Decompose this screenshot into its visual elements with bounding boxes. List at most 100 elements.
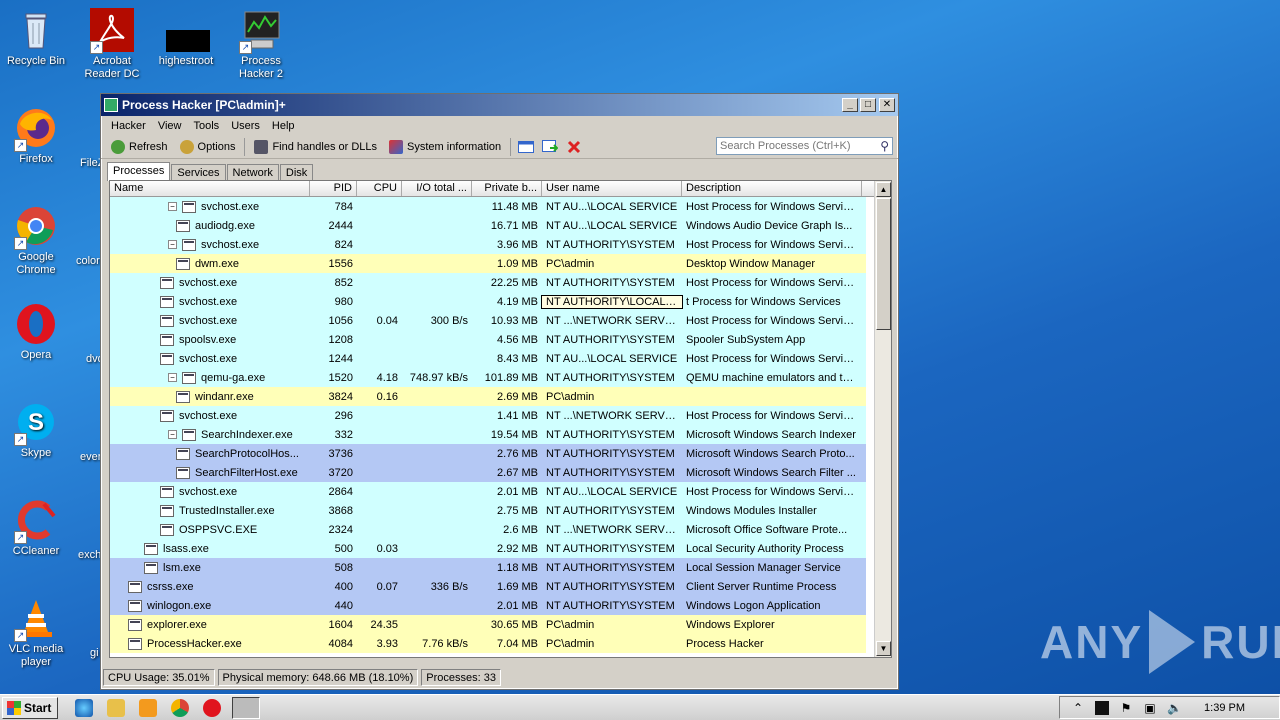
menu-help[interactable]: Help bbox=[266, 120, 301, 132]
desktop-icon-recycle-bin[interactable]: Recycle Bin bbox=[0, 8, 72, 68]
process-row[interactable]: SearchProtocolHos... 3736 2.76 MB NT AUTHOR… bbox=[110, 444, 866, 463]
tab-disk[interactable]: Disk bbox=[279, 164, 314, 181]
column-pid[interactable]: PID bbox=[310, 181, 357, 196]
taskbar-process-hacker[interactable] bbox=[232, 696, 261, 719]
collapse-icon[interactable]: − bbox=[168, 202, 177, 211]
column-description[interactable]: Description bbox=[682, 181, 862, 196]
ie-icon[interactable] bbox=[75, 698, 94, 717]
process-row[interactable]: svchost.exe 1244 8.43 MB NT AU...\LOCAL SER… bbox=[110, 349, 866, 368]
scroll-down-icon[interactable]: ▼ bbox=[876, 641, 891, 656]
process-row[interactable]: dwm.exe 1556 1.09 MB PC\admin Desktop Window… bbox=[110, 254, 866, 273]
desktop-icon-acrobat[interactable]: ↗ Acrobat Reader DC bbox=[76, 8, 148, 81]
process-row[interactable]: svchost.exe 296 1.41 MB NT ...\NETWORK SERV… bbox=[110, 406, 866, 425]
scroll-thumb[interactable] bbox=[876, 198, 891, 330]
process-row[interactable]: svchost.exe 852 22.25 MB NT AUTHORITY\SYSTE… bbox=[110, 273, 866, 292]
opera-icon[interactable] bbox=[203, 698, 222, 717]
process-pid: 2444 bbox=[328, 219, 353, 232]
menu-hacker[interactable]: Hacker bbox=[105, 120, 152, 132]
collapse-icon[interactable]: − bbox=[168, 240, 177, 249]
process-row[interactable]: − qemu-ga.exe 1520 4.18 748.97 kB/s 101.89 MB… bbox=[110, 368, 866, 387]
desktop-icon-opera[interactable]: Opera bbox=[0, 302, 72, 362]
terminate-icon[interactable] bbox=[565, 139, 583, 155]
process-row[interactable]: svchost.exe 1056 0.04 300 B/s 10.93 MB NT ...… bbox=[110, 311, 866, 330]
process-user: NT AU...\LOCAL SERVICE bbox=[546, 485, 678, 498]
desktop-icon-ccleaner[interactable]: ↗ CCleaner bbox=[0, 498, 72, 558]
tab-services[interactable]: Services bbox=[171, 164, 226, 181]
process-row[interactable]: lsm.exe 508 1.18 MB NT AUTHORITY\SYSTEM Loca… bbox=[110, 558, 866, 577]
menu-view[interactable]: View bbox=[152, 120, 188, 132]
process-name-cell: svchost.exe bbox=[110, 295, 310, 308]
process-pid: 500 bbox=[334, 542, 353, 555]
search-input[interactable]: Search Processes (Ctrl+K) ⚲ bbox=[716, 137, 893, 155]
process-row[interactable]: audiodg.exe 2444 16.71 MB NT AU...\LOCAL SE… bbox=[110, 216, 866, 235]
column-user-name[interactable]: User name bbox=[542, 181, 682, 196]
process-row[interactable]: svchost.exe 980 4.19 MB NT AUTHORITY\LOCAL … bbox=[110, 292, 866, 311]
media-player-icon[interactable] bbox=[139, 698, 158, 717]
volume-icon[interactable]: 🔈 bbox=[1167, 701, 1182, 715]
process-private-bytes: 2.92 MB bbox=[497, 542, 538, 555]
process-description: Client Server Runtime Process bbox=[686, 580, 837, 593]
process-row[interactable]: − svchost.exe 824 3.96 MB NT AUTHORITY\SYSTE… bbox=[110, 235, 866, 254]
menu-users[interactable]: Users bbox=[225, 120, 266, 132]
vertical-scrollbar[interactable]: ▲ ▼ bbox=[874, 181, 891, 657]
process-row[interactable]: explorer.exe 1604 24.35 30.65 MB PC\admin Win… bbox=[110, 615, 866, 634]
process-row[interactable]: ProcessHacker.exe 4084 3.93 7.76 kB/s 7.04 M… bbox=[110, 634, 866, 653]
start-button[interactable]: Start bbox=[2, 696, 59, 719]
column-private-bytes[interactable]: Private b... bbox=[472, 181, 542, 196]
window-icon[interactable] bbox=[517, 139, 535, 155]
options-button[interactable]: Options bbox=[174, 137, 242, 157]
scroll-up-icon[interactable]: ▲ bbox=[876, 182, 891, 197]
process-row[interactable]: csrss.exe 400 0.07 336 B/s 1.69 MB NT AUTHORI… bbox=[110, 577, 866, 596]
shortcut-arrow-icon: ↗ bbox=[14, 629, 27, 642]
explorer-icon[interactable] bbox=[107, 698, 126, 717]
system-information-button[interactable]: System information bbox=[383, 137, 507, 157]
title-bar[interactable]: Process Hacker [PC\admin]+ _ □ ✕ bbox=[101, 94, 898, 116]
network-icon[interactable]: ▣ bbox=[1143, 701, 1157, 715]
column-io-total[interactable]: I/O total ... bbox=[402, 181, 472, 196]
show-hidden-icon[interactable]: ⌃ bbox=[1071, 701, 1085, 715]
column-cpu[interactable]: CPU bbox=[357, 181, 402, 196]
process-name-cell: svchost.exe bbox=[110, 276, 310, 289]
tab-network[interactable]: Network bbox=[226, 164, 279, 181]
process-hacker-tray-icon[interactable] bbox=[1095, 700, 1110, 715]
flag-icon[interactable]: ⚑ bbox=[1119, 701, 1133, 715]
column-name[interactable]: Name bbox=[110, 181, 310, 196]
tab-processes[interactable]: Processes bbox=[107, 162, 171, 181]
process-name: ProcessHacker.exe bbox=[147, 637, 242, 650]
menu-tools[interactable]: Tools bbox=[188, 120, 226, 132]
shortcut-arrow-icon: ↗ bbox=[239, 41, 252, 54]
chrome-icon[interactable] bbox=[171, 698, 190, 717]
process-pid: 784 bbox=[334, 200, 353, 213]
desktop-icon-highestroot[interactable]: highestroot bbox=[150, 8, 222, 68]
maximize-button[interactable]: □ bbox=[860, 98, 876, 112]
process-row[interactable]: svchost.exe 2864 2.01 MB NT AU...\LOCAL SER… bbox=[110, 482, 866, 501]
process-row[interactable]: lsass.exe 500 0.03 2.92 MB NT AUTHORITY\SYST… bbox=[110, 539, 866, 558]
window-go-icon[interactable] bbox=[541, 139, 559, 155]
process-io: 7.76 kB/s bbox=[422, 637, 468, 650]
desktop-icon-process-hacker[interactable]: ↗ Process Hacker 2 bbox=[225, 8, 297, 81]
close-button[interactable]: ✕ bbox=[879, 98, 895, 112]
refresh-button[interactable]: Refresh bbox=[105, 137, 174, 157]
process-row[interactable]: TrustedInstaller.exe 3868 2.75 MB NT AUTHOR… bbox=[110, 501, 866, 520]
process-row[interactable]: OSPPSVC.EXE 2324 2.6 MB NT ...\NETWORK SERV… bbox=[110, 520, 866, 539]
process-private-bytes: 4.19 MB bbox=[497, 295, 538, 308]
desktop-icon-skype[interactable]: S ↗ Skype bbox=[0, 400, 72, 460]
collapse-icon[interactable]: − bbox=[168, 430, 177, 439]
process-pid: 2324 bbox=[328, 523, 353, 536]
clock[interactable]: 1:39 PM bbox=[1204, 702, 1245, 714]
process-pid: 2864 bbox=[328, 485, 353, 498]
process-row[interactable]: SearchFilterHost.exe 3720 2.67 MB NT AUTHOR… bbox=[110, 463, 866, 482]
find-handles-button[interactable]: Find handles or DLLs bbox=[248, 137, 383, 157]
collapse-icon[interactable]: − bbox=[168, 373, 177, 382]
process-row[interactable]: spoolsv.exe 1208 4.56 MB NT AUTHORITY\SYSTE… bbox=[110, 330, 866, 349]
process-row[interactable]: windanr.exe 3824 0.16 2.69 MB PC\admin bbox=[110, 387, 866, 406]
process-row[interactable]: winlogon.exe 440 2.01 MB NT AUTHORITY\SYSTE… bbox=[110, 596, 866, 615]
minimize-button[interactable]: _ bbox=[842, 98, 858, 112]
desktop-icon-vlc[interactable]: ↗ VLC media player bbox=[0, 596, 72, 669]
quick-launch bbox=[68, 698, 228, 717]
process-row[interactable]: − svchost.exe 784 11.48 MB NT AU...\LOCAL SE… bbox=[110, 197, 866, 216]
menu-bar: Hacker View Tools Users Help bbox=[101, 116, 898, 135]
process-row[interactable]: − SearchIndexer.exe 332 19.54 MB NT AUTHORIT… bbox=[110, 425, 866, 444]
desktop-icon-chrome[interactable]: ↗ Google Chrome bbox=[0, 204, 72, 277]
desktop-icon-firefox[interactable]: ↗ Firefox bbox=[0, 106, 72, 166]
